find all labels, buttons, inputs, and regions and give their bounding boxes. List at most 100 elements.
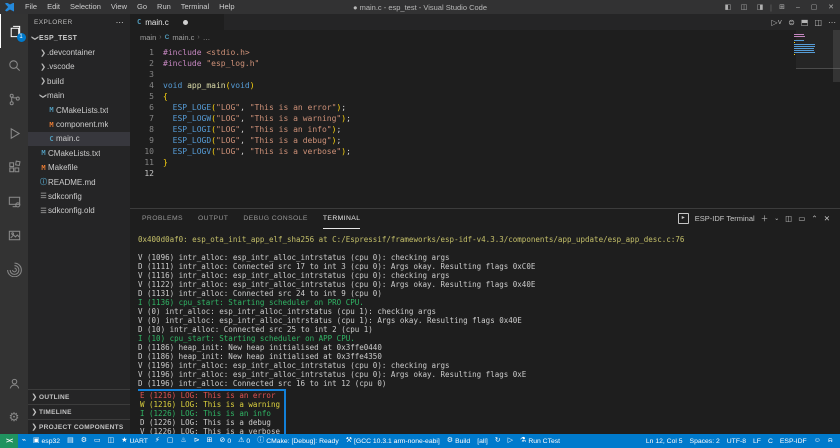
menu-edit[interactable]: Edit bbox=[42, 0, 65, 14]
source-control-icon[interactable] bbox=[0, 82, 28, 116]
maximize-button[interactable]: ▢ bbox=[806, 3, 822, 11]
explorer-icon[interactable]: 1 bbox=[0, 14, 29, 48]
close-panel-icon[interactable]: ✕ bbox=[824, 214, 830, 223]
new-terminal-icon[interactable]: ＋ bbox=[761, 213, 769, 224]
status-indentation[interactable]: Spaces: 2 bbox=[686, 434, 723, 448]
code-line[interactable]: 7 ESP_LOGW("LOG", "This is a warning"); bbox=[130, 113, 840, 124]
minimize-button[interactable]: – bbox=[790, 4, 806, 11]
breadcrumb-item[interactable]: main bbox=[140, 33, 156, 42]
explorer-more-actions-icon[interactable]: ⋯ bbox=[116, 18, 124, 27]
code-line[interactable]: 1 #include <stdio.h> bbox=[130, 47, 840, 58]
breadcrumb[interactable]: main › Cmain.c ›… bbox=[130, 30, 840, 44]
status-open-esp-idf-terminal[interactable]: ⊳ bbox=[190, 434, 203, 448]
settings-editor-icon[interactable]: ⊜ bbox=[788, 18, 795, 27]
code-line[interactable]: 2 #include "esp_log.h" bbox=[130, 58, 840, 69]
open-changes-icon[interactable]: ⬒ bbox=[801, 18, 809, 27]
section-outline[interactable]: ❯ OUTLINE bbox=[28, 389, 130, 404]
menu-go[interactable]: Go bbox=[132, 0, 152, 14]
status-build-project[interactable]: ⚙ bbox=[77, 434, 90, 448]
settings-gear-icon[interactable]: ⚙ bbox=[0, 400, 28, 434]
status-full-clean[interactable]: ▭ bbox=[90, 434, 104, 448]
tree-item-build[interactable]: ❯ build bbox=[28, 74, 130, 88]
menu-run[interactable]: Run bbox=[152, 0, 176, 14]
tree-item-sdkconfig[interactable]: ☰ sdkconfig bbox=[28, 189, 130, 203]
status-tweet-feedback[interactable]: ☺ bbox=[810, 434, 824, 448]
status-cmake-status[interactable]: ⓘ CMake: [Debug]: Ready bbox=[254, 434, 343, 448]
code-line[interactable]: 11} bbox=[130, 157, 840, 168]
status-select-port[interactable]: ⌁ bbox=[18, 434, 29, 448]
code-line[interactable]: 9 ESP_LOGD("LOG", "This is a debug"); bbox=[130, 135, 840, 146]
status-notifications[interactable]: ⍾ bbox=[824, 434, 836, 448]
code-line[interactable]: 12 bbox=[130, 168, 840, 179]
status-errors-count[interactable]: ⊘ 0 bbox=[216, 434, 235, 448]
section-project-components[interactable]: ❯ PROJECT COMPONENTS bbox=[28, 419, 130, 434]
tree-item-makefile[interactable]: M Makefile bbox=[28, 161, 130, 175]
status-encoding[interactable]: UTF-8 bbox=[723, 434, 749, 448]
panel-tab-debug-console[interactable]: DEBUG CONSOLE bbox=[243, 209, 308, 228]
layout-panel-icon[interactable]: ◫ bbox=[736, 3, 752, 11]
code-editor[interactable]: 1 #include <stdio.h> 2 #include "esp_log.h"… bbox=[130, 44, 840, 179]
maximize-panel-icon[interactable]: ⌃ bbox=[811, 214, 817, 223]
customize-layout-icon[interactable]: ⊞ bbox=[774, 3, 790, 11]
status-active-kit[interactable]: ⚒ [GCC 10.3.1 arm-none-eabi] bbox=[342, 434, 443, 448]
tab-main-c[interactable]: C main.c bbox=[130, 14, 224, 30]
remote-indicator[interactable]: >< bbox=[0, 434, 19, 448]
esp-idf-explorer-icon[interactable] bbox=[0, 252, 28, 286]
code-line[interactable]: 3 bbox=[130, 69, 840, 80]
status-open-ota[interactable]: ◫ bbox=[104, 434, 118, 448]
docker-image-icon[interactable] bbox=[0, 218, 28, 252]
search-icon[interactable] bbox=[0, 48, 28, 82]
terminal-output[interactable]: 0x400d0af0: esp_ota_init_app_elf_sha256 … bbox=[138, 235, 834, 434]
status-launch-debug-target[interactable]: ▷ bbox=[504, 434, 516, 448]
status-cursor-position[interactable]: Ln 12, Col 5 bbox=[642, 434, 686, 448]
status-select-project-folder[interactable]: ▤ bbox=[64, 434, 78, 448]
minimap[interactable] bbox=[794, 34, 828, 58]
tree-item-main-c[interactable]: Cmain.c bbox=[28, 131, 130, 147]
more-actions-icon[interactable]: ⋯ bbox=[828, 18, 836, 27]
status-execute-custom-task[interactable]: ⊞ bbox=[203, 434, 216, 448]
status-build-flash-monitor[interactable]: ♨ bbox=[177, 434, 190, 448]
layout-sidebar-icon[interactable]: ◧ bbox=[720, 3, 736, 11]
menu-terminal[interactable]: Terminal bbox=[176, 0, 214, 14]
status-warnings-count[interactable]: ⚠ 0 bbox=[235, 434, 254, 448]
run-and-debug-icon[interactable] bbox=[0, 116, 28, 150]
layout-secondary-sidebar-icon[interactable]: ◨ bbox=[752, 3, 768, 11]
panel-tab-problems[interactable]: PROBLEMS bbox=[142, 209, 183, 228]
status-build-target[interactable]: [all] bbox=[474, 434, 492, 448]
code-line[interactable]: 10 ESP_LOGV("LOG", "This is a verbose"); bbox=[130, 146, 840, 157]
tree-item-main[interactable]: ❯ main bbox=[28, 89, 130, 103]
status-cmake-refresh[interactable]: ↻ bbox=[491, 434, 504, 448]
editor-scrollbar[interactable] bbox=[833, 30, 840, 82]
terminal-label[interactable]: ESP-IDF Terminal bbox=[695, 214, 755, 223]
code-line[interactable]: 4 void app_main(void) bbox=[130, 80, 840, 91]
tree-item--devcontainer[interactable]: ❯ .devcontainer bbox=[28, 45, 130, 59]
menu-help[interactable]: Help bbox=[214, 0, 239, 14]
status-run-ctest[interactable]: ⚗ Run CTest bbox=[517, 434, 564, 448]
kill-terminal-icon[interactable]: ▭ bbox=[798, 214, 805, 223]
status-monitor-device[interactable]: ▢ bbox=[163, 434, 177, 448]
code-line[interactable]: 8 ESP_LOGI("LOG", "This is an info"); bbox=[130, 124, 840, 135]
accounts-icon[interactable] bbox=[0, 366, 28, 400]
tree-item--vscode[interactable]: ❯ .vscode bbox=[28, 60, 130, 74]
panel-tab-terminal[interactable]: TERMINAL bbox=[322, 209, 361, 229]
remote-explorer-icon[interactable] bbox=[0, 184, 28, 218]
split-editor-icon[interactable]: ◫ bbox=[814, 18, 822, 27]
tree-item-readme-md[interactable]: ⓘ README.md bbox=[28, 175, 130, 189]
menu-selection[interactable]: Selection bbox=[65, 0, 106, 14]
code-line[interactable]: 6 ESP_LOGE("LOG", "This is an error"); bbox=[130, 102, 840, 113]
panel-tab-output[interactable]: OUTPUT bbox=[198, 209, 228, 228]
breadcrumb-item[interactable]: … bbox=[203, 33, 211, 42]
split-terminal-icon[interactable]: ◫ bbox=[785, 214, 792, 223]
tree-item-component-mk[interactable]: Mcomponent.mk bbox=[28, 117, 130, 131]
menu-file[interactable]: File bbox=[20, 0, 42, 14]
code-line[interactable]: 5{ bbox=[130, 91, 840, 102]
breadcrumb-item[interactable]: main.c bbox=[172, 33, 194, 42]
tree-item-esp-test[interactable]: ❯ ESP_TEST bbox=[28, 31, 130, 45]
status-flash-method[interactable]: ★ UART bbox=[118, 434, 152, 448]
terminal-dropdown-icon[interactable]: ⌄ bbox=[774, 215, 779, 222]
extensions-icon[interactable] bbox=[0, 150, 28, 184]
status-language-mode[interactable]: C bbox=[764, 434, 776, 448]
close-button[interactable]: ✕ bbox=[822, 3, 840, 11]
section-timeline[interactable]: ❯ TIMELINE bbox=[28, 404, 130, 419]
modified-dot-icon[interactable] bbox=[182, 19, 188, 25]
